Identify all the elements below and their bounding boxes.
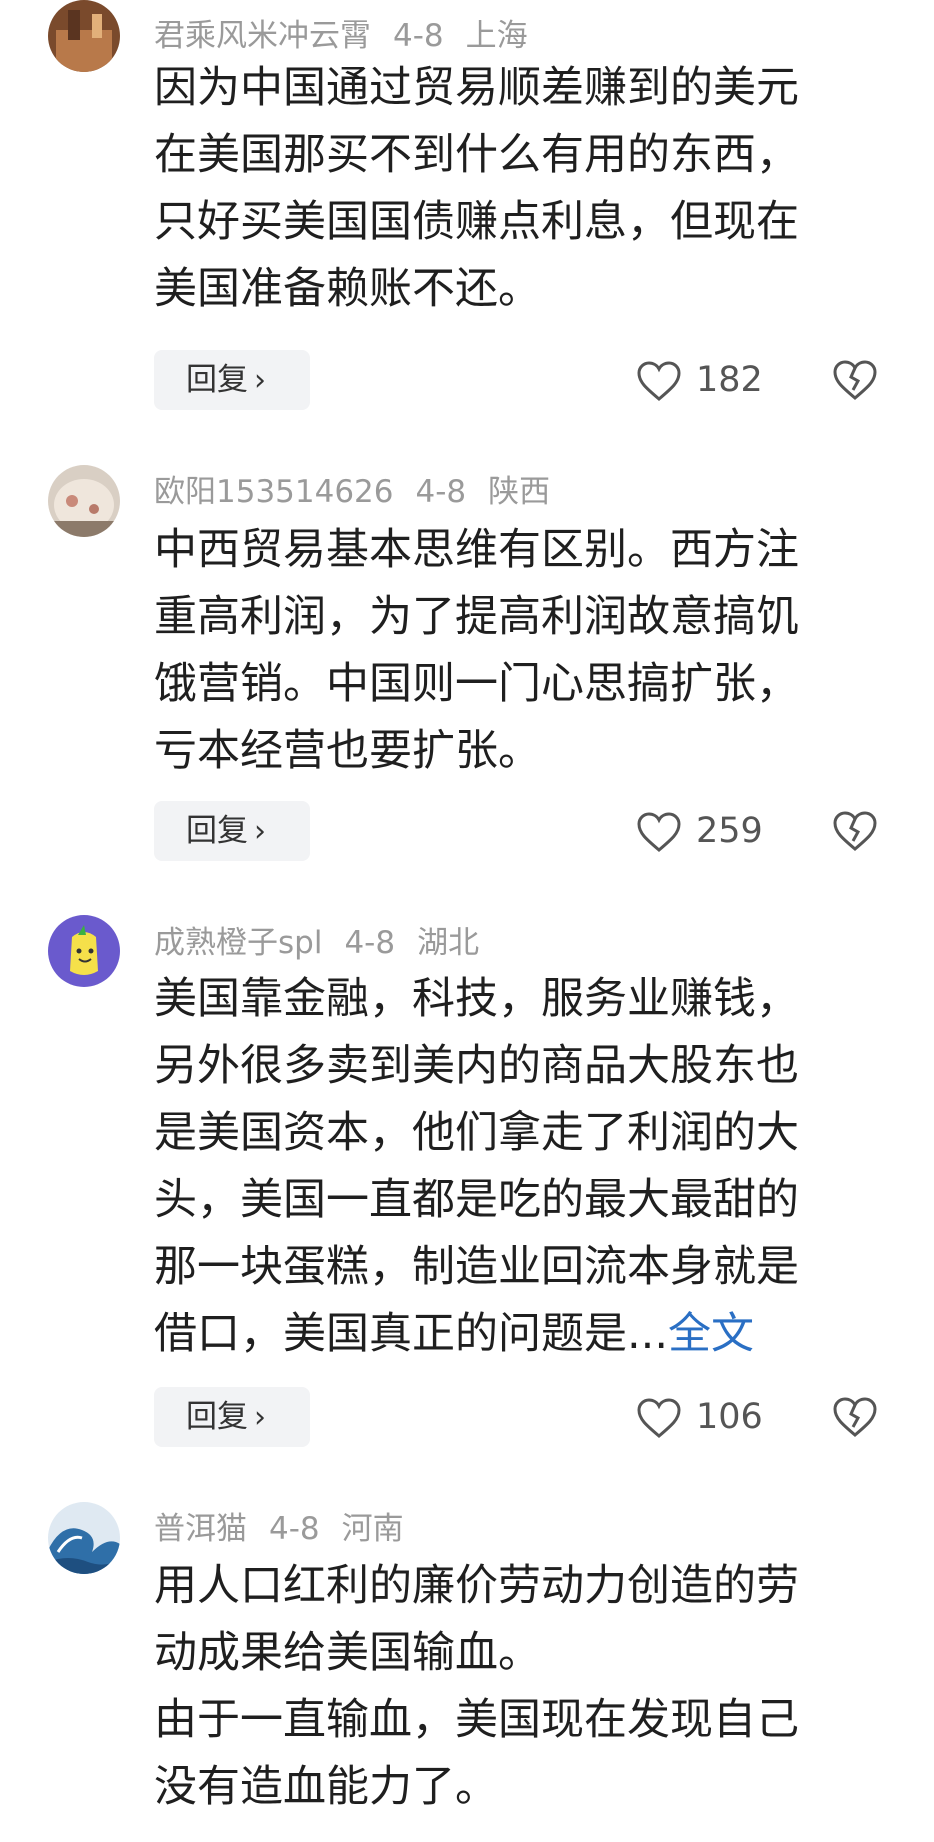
comment-text: 中西贸易基本思维有区别。西方注 重高利润，为了提高利润故意搞饥 饿营销。中国则一…: [154, 517, 874, 785]
comment-line: 只好买美国国债赚点利息，但现在: [154, 197, 799, 247]
broken-heart-icon[interactable]: [832, 1394, 878, 1440]
comment-meta: 欧阳153514626 4-8 陕西: [154, 466, 572, 511]
broken-heart-icon[interactable]: [832, 808, 878, 854]
comment-line: 亏本经营也要扩张。: [154, 726, 541, 776]
comment-line: 用人口红利的廉价劳动力创造的劳: [154, 1561, 799, 1611]
like-count: 106: [696, 1397, 763, 1437]
username[interactable]: 君乘风米冲云霄: [154, 18, 371, 54]
username[interactable]: 普洱猫: [154, 1511, 247, 1547]
avatar[interactable]: [48, 465, 120, 537]
reply-label: 回复: [186, 362, 248, 398]
comment-meta: 君乘风米冲云霄 4-8 上海: [154, 10, 550, 55]
reply-button[interactable]: 回复 ›: [154, 1387, 310, 1447]
comment-location: 上海: [465, 18, 528, 54]
like-button[interactable]: 106: [636, 1387, 763, 1447]
comment-location: 湖北: [417, 925, 480, 961]
comment-location: 陕西: [488, 474, 551, 510]
like-button[interactable]: 259: [636, 801, 763, 861]
comment-text: 美国靠金融，科技，服务业赚钱， 另外很多卖到美内的商品大股东也 是美国资本，他们…: [154, 966, 874, 1368]
reply-label: 回复: [186, 1399, 248, 1435]
comment-line: 美国靠金融，科技，服务业赚钱，: [154, 974, 799, 1024]
chevron-right-icon: ›: [254, 1400, 266, 1435]
like-button[interactable]: 182: [636, 350, 763, 410]
comment-location: 河南: [341, 1511, 404, 1547]
comment-line: 由于一直输血，美国现在发现自己: [154, 1695, 799, 1745]
comment-meta: 普洱猫 4-8 河南: [154, 1503, 426, 1548]
comment-line: 美国准备赖账不还。: [154, 264, 541, 314]
comment-line: 因为中国通过贸易顺差赚到的美元: [154, 63, 799, 113]
like-count: 259: [696, 811, 763, 851]
chevron-right-icon: ›: [254, 814, 266, 849]
username[interactable]: 成熟橙子spl: [154, 925, 322, 961]
comment-line: 在美国那买不到什么有用的东西，: [154, 130, 799, 180]
comment-meta: 成熟橙子spl 4-8 湖北: [154, 917, 501, 962]
comment-line: 那一块蛋糕，制造业回流本身就是: [154, 1242, 799, 1292]
reply-label: 回复: [186, 813, 248, 849]
comment-date: 4-8: [344, 925, 396, 961]
like-count: 182: [696, 360, 763, 400]
comment-date: 4-8: [393, 18, 444, 54]
full-text-link[interactable]: 全文: [668, 1309, 754, 1359]
username[interactable]: 欧阳153514626: [154, 474, 394, 510]
comment-line: 饿营销。中国则一门心思搞扩张，: [154, 659, 799, 709]
comment-line: 没有造血能力了。: [154, 1762, 498, 1812]
reply-button[interactable]: 回复 ›: [154, 350, 310, 410]
chevron-right-icon: ›: [254, 363, 266, 398]
comment-line: 借口，美国真正的问题是...: [154, 1309, 669, 1359]
comment-line: 头，美国一直都是吃的最大最甜的: [154, 1175, 799, 1225]
heart-icon: [637, 361, 681, 401]
comment-line: 中西贸易基本思维有区别。西方注: [154, 525, 799, 575]
heart-icon: [637, 1398, 681, 1438]
comment-line-last: 借口，美国真正的问题是...全文: [154, 1301, 874, 1368]
comment-text: 因为中国通过贸易顺差赚到的美元 在美国那买不到什么有用的东西， 只好买美国国债赚…: [154, 55, 874, 323]
heart-icon: [637, 812, 681, 852]
comment-line: 是美国资本，他们拿走了利润的大: [154, 1108, 799, 1158]
broken-heart-icon[interactable]: [832, 357, 878, 403]
comment-line: 动成果给美国输血。: [154, 1628, 541, 1678]
avatar[interactable]: [48, 1502, 120, 1574]
comment-text: 用人口红利的廉价劳动力创造的劳 动成果给美国输血。 由于一直输血，美国现在发现自…: [154, 1553, 874, 1821]
comment-line: 重高利润，为了提高利润故意搞饥: [154, 592, 799, 642]
avatar[interactable]: [48, 0, 120, 72]
comment-date: 4-8: [269, 1511, 320, 1547]
comment-date: 4-8: [415, 474, 467, 510]
avatar[interactable]: [48, 915, 120, 987]
comment-line: 另外很多卖到美内的商品大股东也: [154, 1041, 799, 1091]
reply-button[interactable]: 回复 ›: [154, 801, 310, 861]
